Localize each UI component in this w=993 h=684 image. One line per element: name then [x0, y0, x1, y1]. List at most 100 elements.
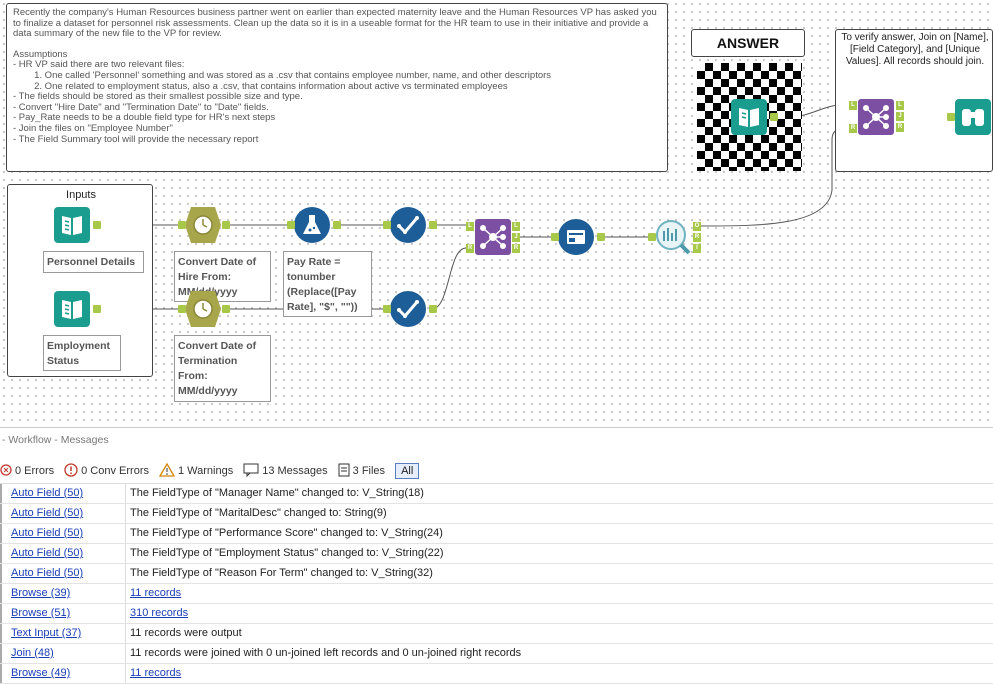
input-anchor[interactable] [178, 221, 186, 229]
message-tool-link[interactable]: Auto Field (50) [0, 564, 126, 583]
messages-toolbar: 0 Errors 0 Conv Errors 1 Warnings 13 Mes… [0, 461, 420, 481]
message-tool-link[interactable]: Auto Field (50) [0, 544, 126, 563]
convert-term-annotation: Convert Date of Termination From: MM/dd/… [174, 335, 271, 402]
message-row: Auto Field (50) The FieldType of "Reason… [0, 564, 993, 584]
message-tool-link[interactable]: Browse (51) [0, 604, 126, 623]
input-data-tool-personnel[interactable] [54, 207, 90, 243]
auto-field-tool-bottom[interactable] [390, 291, 426, 327]
message-records-link[interactable]: 310 records [126, 604, 188, 623]
messages-filter[interactable]: 13 Messages [243, 463, 328, 480]
messages-header: - Workflow - Messages [0, 427, 993, 454]
join-icon [475, 219, 511, 255]
datetime-tool-term[interactable] [185, 291, 221, 327]
conv-errors-label: 0 Conv Errors [81, 465, 149, 477]
verify-j-output[interactable]: J [896, 112, 904, 121]
messages-label: 13 Messages [262, 465, 328, 477]
join-right-anchor[interactable]: R [466, 244, 474, 253]
verify-left-anchor[interactable]: L [849, 101, 857, 110]
auto-field-tool-top[interactable] [390, 207, 426, 243]
inputs-title: Inputs [66, 189, 96, 201]
message-tool-link[interactable]: Auto Field (50) [0, 484, 126, 503]
join-j-output[interactable]: J [512, 233, 520, 242]
assumption-line: - The Field Summary tool will provide th… [13, 133, 259, 145]
book-icon [54, 291, 90, 327]
input-data-tool-status[interactable] [54, 291, 90, 327]
message-tool-link[interactable]: Auto Field (50) [0, 524, 126, 543]
checkmark-icon [390, 291, 426, 327]
verify-r-output[interactable]: R [896, 123, 904, 132]
summary-r-output[interactable]: R [693, 233, 701, 242]
message-row: Join (48) 11 records were joined with 0 … [0, 644, 993, 664]
input-anchor[interactable] [648, 233, 656, 241]
verify-right-anchor[interactable]: R [849, 124, 857, 133]
browse-tool[interactable] [955, 99, 991, 135]
output-anchor[interactable] [429, 305, 437, 313]
output-anchor[interactable] [93, 305, 101, 313]
output-anchor[interactable] [597, 233, 605, 241]
status-label: Employment Status [43, 335, 121, 371]
warning-icon [158, 462, 176, 480]
message-tool-link[interactable]: Text Input (37) [0, 624, 126, 643]
message-records-link[interactable]: 11 records [126, 664, 181, 683]
magnifier-chart-icon [656, 220, 691, 255]
output-anchor[interactable] [429, 221, 437, 229]
book-icon [731, 99, 767, 135]
verify-l-output[interactable]: L [896, 101, 904, 110]
error-icon [0, 463, 12, 479]
join-icon [858, 99, 894, 135]
conv-errors-filter[interactable]: 0 Conv Errors [64, 462, 149, 480]
errors-label: 0 Errors [15, 465, 55, 477]
message-records-link[interactable]: 11 records [126, 584, 181, 603]
files-label: 3 Files [352, 465, 386, 477]
clock-icon [185, 207, 221, 243]
answer-label[interactable]: ANSWER [691, 29, 805, 57]
output-anchor[interactable] [222, 221, 230, 229]
message-text: The FieldType of "Manager Name" changed … [130, 487, 424, 499]
errors-filter[interactable]: 0 Errors [0, 463, 55, 479]
message-tool-link[interactable]: Browse (49) [0, 664, 126, 683]
join-tool[interactable] [475, 219, 511, 255]
output-anchor[interactable] [770, 113, 778, 121]
conversion-error-icon [64, 462, 78, 480]
message-tool-link[interactable]: Auto Field (50) [0, 504, 126, 523]
message-row: Browse (49) 11 records [0, 664, 993, 684]
input-anchor[interactable] [287, 221, 295, 229]
datetime-tool-hire[interactable] [185, 207, 221, 243]
message-text: 11 records were output [130, 627, 242, 639]
join-l-output[interactable]: L [512, 222, 520, 231]
summary-o-output[interactable]: O [693, 222, 701, 231]
warnings-label: 1 Warnings [177, 465, 234, 477]
instructions-comment[interactable]: Recently the company's Human Resources b… [6, 3, 668, 172]
verify-join-tool[interactable] [858, 99, 894, 135]
output-anchor[interactable] [93, 221, 101, 229]
input-anchor[interactable] [383, 305, 391, 313]
message-tool-link[interactable]: Join (48) [0, 644, 126, 663]
workflow-canvas[interactable]: Recently the company's Human Resources b… [0, 0, 993, 427]
assumption-line: 1. One called 'Personnel' something and … [13, 69, 552, 81]
input-anchor[interactable] [178, 305, 186, 313]
message-row: Text Input (37) 11 records were output [0, 624, 993, 644]
files-filter[interactable]: 3 Files [338, 463, 385, 480]
select-tool[interactable] [558, 219, 594, 255]
input-anchor[interactable] [551, 233, 559, 241]
message-text: The FieldType of "Employment Status" cha… [130, 547, 444, 559]
warnings-filter[interactable]: 1 Warnings [158, 462, 234, 480]
formula-tool[interactable] [294, 207, 330, 243]
join-r-output[interactable]: R [512, 244, 520, 253]
text-input-answer-tool[interactable] [731, 99, 767, 135]
instructions-intro: Recently the company's Human Resources b… [13, 7, 660, 40]
message-row: Auto Field (50) The FieldType of "Perfor… [0, 524, 993, 544]
summary-i-output[interactable]: I [693, 244, 701, 253]
input-anchor[interactable] [947, 113, 955, 121]
all-filter-button[interactable]: All [395, 463, 420, 479]
message-text: 11 records were joined with 0 un-joined … [130, 647, 522, 659]
message-row: Auto Field (50) The FieldType of "Employ… [0, 544, 993, 564]
output-anchor[interactable] [333, 221, 341, 229]
join-left-anchor[interactable]: L [466, 222, 474, 231]
message-row: Browse (39) 11 records [0, 584, 993, 604]
message-text: The FieldType of "MaritalDesc" changed t… [130, 507, 387, 519]
message-tool-link[interactable]: Browse (39) [0, 584, 126, 603]
input-anchor[interactable] [383, 221, 391, 229]
output-anchor[interactable] [222, 305, 230, 313]
field-summary-tool[interactable] [655, 219, 691, 255]
